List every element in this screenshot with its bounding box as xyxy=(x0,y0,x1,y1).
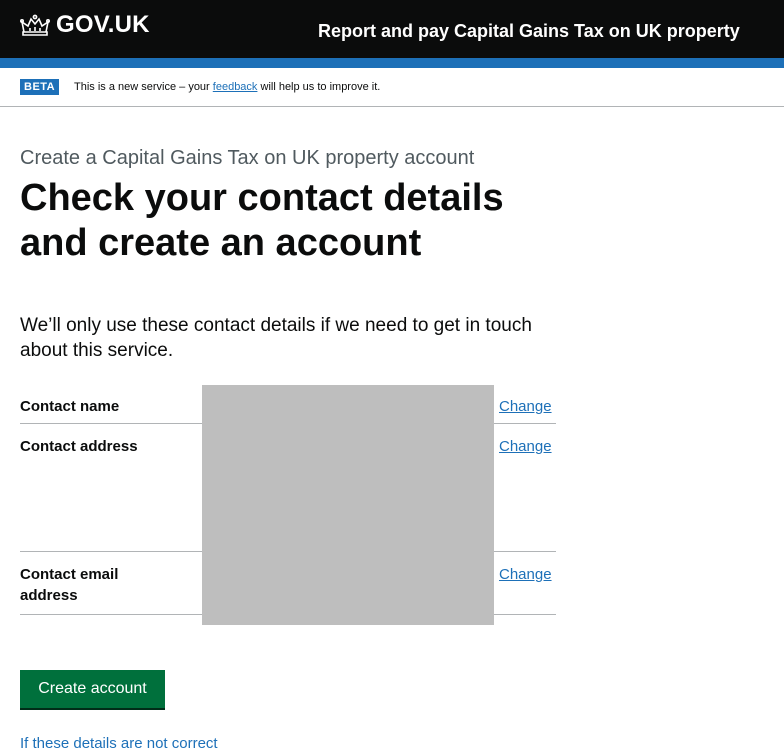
beta-tag: BETA xyxy=(20,79,60,96)
change-contact-email-link[interactable]: Change xyxy=(499,564,552,585)
page-title: Check your contact details and create an… xyxy=(20,177,504,264)
govuk-header: GOV.UK Report and pay Capital Gains Tax … xyxy=(0,0,784,58)
intro-text: We’ll only use these contact details if … xyxy=(20,315,532,361)
phase-banner-text: This is a new service – your feedback wi… xyxy=(74,81,380,94)
change-contact-name-link[interactable]: Change xyxy=(499,396,552,417)
phase-banner: BETA This is a new service – your feedba… xyxy=(0,68,784,107)
page-caption: Create a Capital Gains Tax on UK propert… xyxy=(20,147,475,169)
redacted-values xyxy=(202,385,494,625)
service-name-link[interactable]: Report and pay Capital Gains Tax on UK p… xyxy=(318,22,740,40)
create-account-button[interactable]: Create account xyxy=(20,670,165,708)
details-not-correct-link[interactable]: If these details are not correct xyxy=(20,735,218,753)
govuk-logo-link[interactable]: GOV.UK xyxy=(20,13,150,37)
feedback-link[interactable]: feedback xyxy=(213,81,258,93)
change-contact-address-link[interactable]: Change xyxy=(499,436,552,457)
phase-text-before: This is a new service – your xyxy=(74,81,213,93)
logo-text: GOV.UK xyxy=(56,11,150,38)
phase-text-after: will help us to improve it. xyxy=(257,81,381,93)
crown-icon xyxy=(20,14,50,36)
summary-key: Contact email address xyxy=(20,566,119,604)
summary-key: Contact address xyxy=(20,438,138,455)
summary-key: Contact name xyxy=(20,398,120,415)
header-blue-bar xyxy=(0,58,784,68)
